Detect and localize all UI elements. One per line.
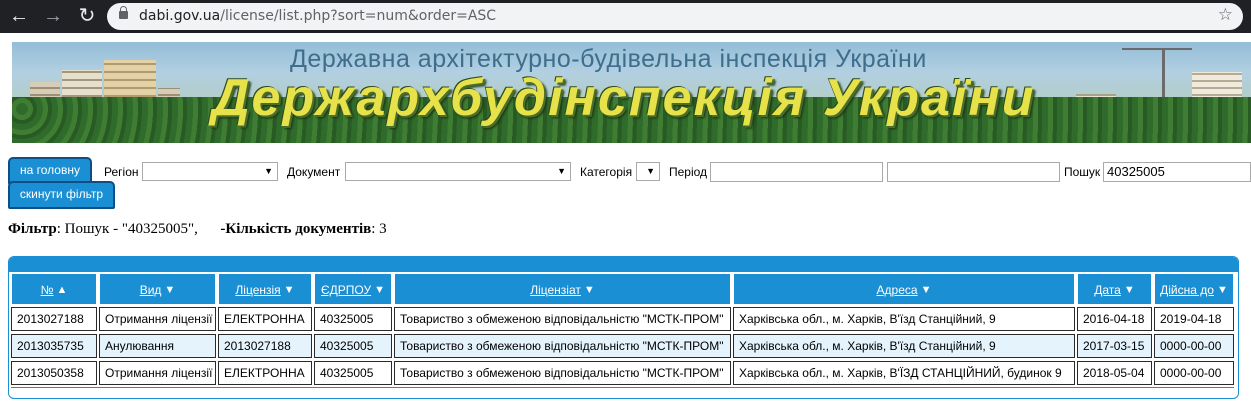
category-select[interactable]: ▼ — [636, 162, 660, 181]
count-value: : 3 — [371, 221, 387, 237]
filter-summary: Фільтр: Пошук - "40325005", -Кількість д… — [8, 221, 387, 238]
table-cell-type: Отримання ліцензії — [99, 361, 216, 385]
column-header-edrpou[interactable]: ЄДРПОУ ▼ — [314, 273, 392, 305]
url-path: /license/list.php?sort=num&order=ASC — [220, 8, 497, 24]
table-cell-date: 2016-04-18 — [1077, 307, 1152, 331]
license-table: № ▲ Вид ▼ Ліцензія ▼ ЄДРПОУ ▼ Ліцензіат ▼ Адр… — [8, 256, 1239, 399]
column-header-valid-until[interactable]: Дійсна до ▼ — [1154, 273, 1234, 305]
column-header-number[interactable]: № ▲ — [11, 273, 97, 305]
dropdown-arrow-icon: ▼ — [264, 166, 273, 176]
table-cell-number: 2013035735 — [11, 334, 97, 358]
filter-label: Фільтр — [8, 221, 57, 237]
table-cell-valid-until: 0000-00-00 — [1154, 361, 1234, 385]
banner-title: Держархбудінспекція України — [212, 69, 1036, 127]
lock-icon — [119, 6, 128, 19]
document-select[interactable]: ▼ — [345, 162, 571, 181]
reload-icon[interactable]: ↻ — [74, 4, 100, 28]
search-input[interactable]: 40325005 — [1103, 162, 1251, 182]
search-label: Пошук — [1064, 165, 1101, 179]
site-banner: Державна архітектурно-будівельна інспекц… — [12, 42, 1251, 143]
table-cell-address: Харківська обл., м. Харків, В'ЇЗД СТАНЦІ… — [733, 361, 1075, 385]
sort-desc-icon: ▼ — [374, 284, 385, 296]
sort-asc-icon: ▲ — [56, 284, 68, 296]
address-bar[interactable]: dabi.gov.ua/license/list.php?sort=num&or… — [107, 3, 1243, 30]
table-cell-edrpou: 40325005 — [314, 307, 392, 331]
column-header-label: № — [40, 283, 54, 297]
sort-desc-icon: ▼ — [583, 284, 595, 296]
table-cell-address: Харківська обл., м. Харків, В'їзд Станці… — [733, 307, 1075, 331]
table-cell-edrpou: 40325005 — [314, 361, 392, 385]
sort-desc-icon: ▼ — [1123, 284, 1135, 296]
sort-desc-icon: ▼ — [920, 284, 932, 296]
table-cell-date: 2018-05-04 — [1077, 361, 1152, 385]
table-cell-date: 2017-03-15 — [1077, 334, 1152, 358]
column-header-label: Дійсна до — [1160, 283, 1214, 297]
column-header-license[interactable]: Ліцензія ▼ — [218, 273, 312, 305]
reset-filter-button[interactable]: скинути фільтр — [8, 181, 115, 209]
column-header-label: Адреса — [876, 283, 918, 297]
table-cell-type: Отримання ліцензії — [99, 307, 216, 331]
column-header-type[interactable]: Вид ▼ — [99, 273, 216, 305]
dropdown-arrow-icon: ▼ — [646, 166, 655, 176]
column-header-label: ЄДРПОУ — [321, 283, 372, 297]
browser-toolbar: ← → ↻ dabi.gov.ua/license/list.php?sort=… — [0, 0, 1251, 33]
table-cell-number: 2013050358 — [11, 361, 97, 385]
table-cell-license: ЕЛЕКТРОННА — [218, 307, 312, 331]
table-footer — [11, 387, 1234, 394]
table-cell-edrpou: 40325005 — [314, 334, 392, 358]
period-from-input[interactable] — [710, 162, 883, 182]
table-cell-licensee: Товариство з обмеженою відповідальністю … — [394, 361, 731, 385]
table-cell-type: Анулювання — [99, 334, 216, 358]
period-label: Період — [669, 165, 708, 179]
filter-text: : Пошук - "40325005", — [56, 221, 198, 237]
star-icon[interactable]: ☆ — [1218, 5, 1233, 25]
column-header-licensee[interactable]: Ліцензіат ▼ — [394, 273, 731, 305]
column-header-address[interactable]: Адреса ▼ — [733, 273, 1075, 305]
column-header-label: Вид — [139, 283, 162, 297]
table-cell-valid-until: 0000-00-00 — [1154, 334, 1234, 358]
table-cell-address: Харківська обл., м. Харків, В'їзд Станці… — [733, 334, 1075, 358]
column-header-date[interactable]: Дата ▼ — [1077, 273, 1152, 305]
column-header-label: Ліцензія — [235, 283, 281, 297]
table-cell-licensee: Товариство з обмеженою відповідальністю … — [394, 307, 731, 331]
sort-desc-icon: ▼ — [164, 284, 176, 296]
table-cell-licensee: Товариство з обмеженою відповідальністю … — [394, 334, 731, 358]
period-to-input[interactable] — [887, 162, 1060, 182]
dropdown-arrow-icon: ▼ — [557, 166, 566, 176]
region-select[interactable]: ▼ — [142, 162, 278, 181]
url-text[interactable]: dabi.gov.ua/license/list.php?sort=num&or… — [139, 8, 496, 24]
forward-arrow-icon[interactable]: → — [40, 4, 66, 28]
table-cell-number: 2013027188 — [11, 307, 97, 331]
table-cell-license: 2013027188 — [218, 334, 312, 358]
category-label: Категорія — [580, 165, 633, 179]
region-label: Регіон — [104, 165, 139, 179]
table-top-bar — [9, 257, 1238, 272]
table-cell-valid-until: 2019-04-18 — [1154, 307, 1234, 331]
url-host: dabi.gov.ua — [139, 8, 221, 24]
table-cell-license: ЕЛЕКТРОННА — [218, 361, 312, 385]
back-arrow-icon[interactable]: ← — [6, 4, 32, 28]
sort-desc-icon: ▼ — [1216, 284, 1228, 296]
document-label: Документ — [287, 165, 341, 179]
count-label: -Кількість документів — [220, 221, 372, 237]
sort-desc-icon: ▼ — [283, 284, 295, 296]
column-header-label: Дата — [1094, 283, 1121, 297]
column-header-label: Ліцензіат — [530, 283, 581, 297]
